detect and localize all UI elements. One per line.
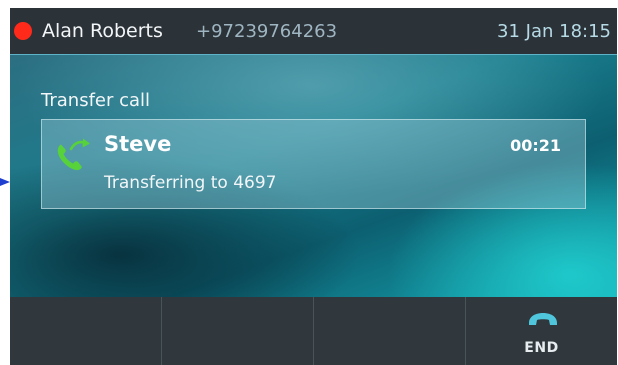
call-duration: 00:21 bbox=[510, 136, 561, 155]
phone-transfer-icon bbox=[57, 138, 90, 171]
contact-name: Steve bbox=[104, 132, 172, 156]
softkey-2[interactable] bbox=[162, 297, 314, 365]
active-call-card[interactable]: Steve 00:21 Transferring to 4697 bbox=[41, 119, 586, 209]
call-screen: Transfer call Steve 00:21 Transferring t… bbox=[10, 55, 617, 297]
hang-up-icon bbox=[529, 313, 557, 325]
caller-number: +97239764263 bbox=[196, 21, 338, 42]
page-title: Transfer call bbox=[41, 90, 151, 111]
status-bar: Alan Roberts +97239764263 31 Jan 18:15 bbox=[10, 8, 617, 55]
softkey-1[interactable] bbox=[10, 297, 162, 365]
pointer-arrow-icon bbox=[0, 178, 10, 186]
end-call-label: END bbox=[524, 340, 559, 356]
softkey-3[interactable] bbox=[314, 297, 466, 365]
red-dot-icon bbox=[14, 22, 32, 40]
softkey-bar: END bbox=[10, 297, 617, 365]
transfer-status: Transferring to 4697 bbox=[104, 173, 277, 193]
caller-name: Alan Roberts bbox=[42, 20, 163, 42]
date-time: 31 Jan 18:15 bbox=[497, 21, 611, 42]
phone-screen: Alan Roberts +97239764263 31 Jan 18:15 T… bbox=[10, 8, 617, 365]
end-call-button[interactable]: END bbox=[466, 297, 617, 365]
